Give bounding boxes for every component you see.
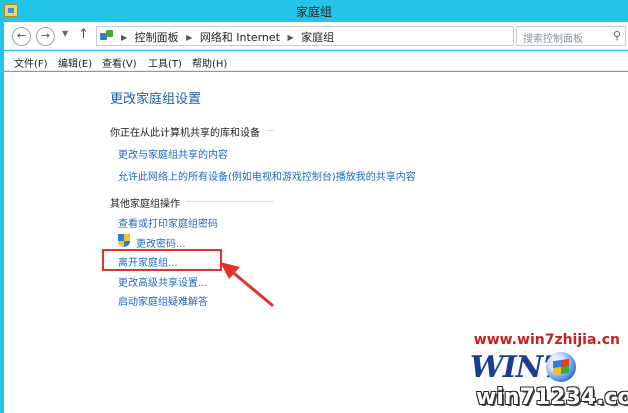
section-heading-shared: 你正在从此计算机共享的库和设备 bbox=[110, 128, 260, 139]
breadcrumb-separator-icon[interactable]: ▶ bbox=[121, 33, 127, 42]
menu-edit[interactable]: 编辑(E) bbox=[58, 55, 92, 70]
breadcrumb-homegroup[interactable]: 家庭组 bbox=[301, 31, 334, 44]
navigation-bar: ← → ▼ ↑ ▶ 控制面板 ▶ 网络和 Internet ▶ 家庭组 ▼ ↻ … bbox=[4, 22, 628, 50]
menu-tools[interactable]: 工具(T) bbox=[148, 55, 182, 70]
breadcrumb-control-panel[interactable]: 控制面板 bbox=[135, 31, 179, 44]
page-title: 更改家庭组设置 bbox=[110, 92, 202, 107]
uac-shield-icon bbox=[118, 234, 131, 248]
advanced-sharing-settings-link[interactable]: 更改高级共享设置... bbox=[118, 274, 208, 289]
menu-file[interactable]: 文件(F) bbox=[14, 55, 48, 70]
change-shared-content-link[interactable]: 更改与家庭组共享的内容 bbox=[118, 146, 228, 161]
pointer-arrow-icon bbox=[220, 262, 274, 307]
section-heading-other: 其他家庭组操作 bbox=[110, 199, 180, 210]
breadcrumb: ▶ 控制面板 ▶ 网络和 Internet ▶ 家庭组 bbox=[117, 29, 334, 45]
windows-flag-icon bbox=[546, 352, 576, 382]
section-divider bbox=[266, 130, 274, 131]
forward-arrow-icon[interactable]: → bbox=[36, 27, 55, 46]
allow-devices-stream-link[interactable]: 允许此网络上的所有设备(例如电视和游戏控制台)播放我的共享内容 bbox=[118, 168, 416, 183]
search-placeholder: 搜索控制面板 bbox=[523, 34, 583, 45]
menu-view[interactable]: 查看(V) bbox=[102, 55, 137, 70]
window-title: 家庭组 bbox=[295, 5, 332, 19]
site-watermark: www.win7zhijia.cn WIN7 win71234.com bbox=[430, 330, 628, 413]
back-arrow-icon[interactable]: ← bbox=[12, 27, 31, 46]
view-print-password-link[interactable]: 查看或打印家庭组密码 bbox=[118, 215, 218, 230]
breadcrumb-network-internet[interactable]: 网络和 Internet bbox=[200, 31, 280, 44]
highlight-box bbox=[102, 249, 222, 271]
address-bar[interactable]: ▶ 控制面板 ▶ 网络和 Internet ▶ 家庭组 ▼ ↻ bbox=[96, 26, 593, 47]
watermark-url: www.win7zhijia.cn bbox=[473, 332, 620, 348]
change-password-link[interactable]: 更改密码... bbox=[136, 235, 186, 250]
menu-bar: 文件(F) 编辑(E) 查看(V) 工具(T) 帮助(H) bbox=[4, 51, 628, 71]
section-divider bbox=[186, 201, 274, 202]
recent-pages-dropdown-icon[interactable]: ▼ bbox=[62, 29, 68, 38]
breadcrumb-separator-icon[interactable]: ▶ bbox=[288, 33, 294, 42]
control-panel-icon bbox=[100, 30, 114, 43]
search-icon[interactable]: ⚲ bbox=[613, 29, 621, 42]
homegroup-troubleshooter-link[interactable]: 启动家庭组疑难解答 bbox=[118, 293, 208, 308]
menu-help[interactable]: 帮助(H) bbox=[192, 55, 227, 70]
explorer-window: 家庭组 ← → ▼ ↑ ▶ 控制面板 ▶ 网络和 Internet ▶ 家庭组 … bbox=[0, 0, 628, 413]
up-arrow-icon[interactable]: ↑ bbox=[78, 27, 89, 42]
watermark-domain: win71234.com bbox=[476, 385, 628, 410]
search-input[interactable]: 搜索控制面板 ⚲ bbox=[516, 26, 626, 46]
breadcrumb-separator-icon[interactable]: ▶ bbox=[186, 33, 192, 42]
title-bar[interactable]: 家庭组 bbox=[0, 0, 628, 22]
